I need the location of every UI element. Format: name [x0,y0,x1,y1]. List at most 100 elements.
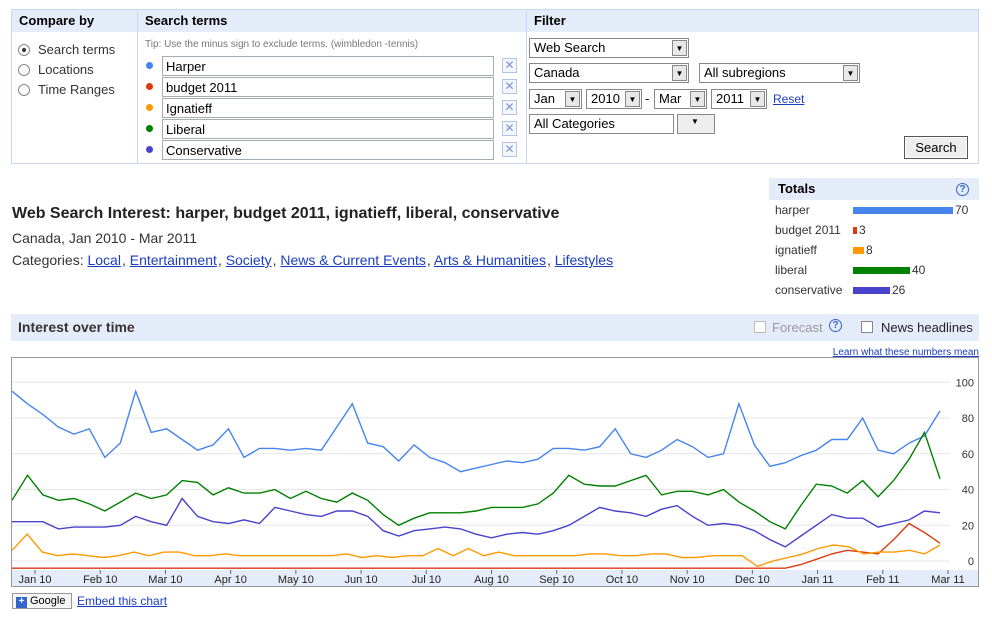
totals-value: 26 [892,283,906,297]
select-value: All subregions [704,65,786,80]
search-button[interactable]: Search [904,136,968,159]
category-link-news[interactable]: News & Current Events [280,252,426,268]
term-input-2[interactable] [162,77,494,97]
close-icon[interactable]: ✕ [502,79,517,94]
series-color-dot [146,83,153,90]
totals-title: Totals [778,181,816,196]
term-input-3[interactable] [162,98,494,118]
y-tick-label: 60 [962,449,974,461]
embed-chart-link[interactable]: Embed this chart [77,594,167,608]
series-color-dot [146,125,153,132]
x-tick-label: Nov 10 [670,574,705,586]
news-headlines-checkbox[interactable] [861,321,873,333]
category-link-entertainment[interactable]: Entertainment [130,252,217,268]
term-input-4[interactable] [162,119,494,139]
page-title: Web Search Interest: harper, budget 2011… [12,205,560,222]
select-value: Mar [659,91,682,106]
search-tip: Tip: Use the minus sign to exclude terms… [145,39,419,50]
country-select[interactable]: Canada ▼ [529,63,689,83]
close-icon[interactable]: ✕ [502,58,517,73]
chevron-down-icon[interactable]: ▼ [565,91,580,107]
totals-term: ignatieff [775,243,817,257]
series-color-dot [146,104,153,111]
chevron-down-icon[interactable]: ▼ [690,91,705,107]
x-tick-label: Aug 10 [474,574,509,586]
reset-link[interactable]: Reset [773,92,804,106]
radio-button[interactable] [18,43,30,56]
x-tick-label: May 10 [278,574,314,586]
category-link-local[interactable]: Local [87,252,120,268]
totals-value: 70 [955,203,969,217]
x-tick-label: Mar 10 [148,574,182,586]
from-year-select[interactable]: 2010 ▼ [586,89,642,109]
totals-header: Totals [769,178,979,200]
radio-label: Time Ranges [38,82,115,97]
category-link-society[interactable]: Society [226,252,272,268]
x-tick-label: Jan 11 [801,574,833,586]
close-icon[interactable]: ✕ [502,100,517,115]
totals-bar [853,267,910,274]
radio-label: Locations [38,62,94,77]
interest-chart: 0 20 40 60 80 100 Jan 10 Feb 10 Mar 10 Apr 10 May … [11,357,979,587]
interest-over-time-bar: Interest over time Forecast ? News headl… [11,314,979,341]
interest-over-time-title: Interest over time [18,319,135,335]
forecast-checkbox[interactable] [754,321,766,333]
category-link-arts[interactable]: Arts & Humanities [434,252,546,268]
select-value: All Categories [534,116,615,131]
totals-term: harper [775,203,810,217]
totals-value: 8 [866,243,873,257]
help-icon[interactable]: ? [829,319,842,332]
radio-search-terms[interactable]: Search terms [18,42,115,57]
close-icon[interactable]: ✕ [502,121,517,136]
y-tick-label: 0 [968,556,974,568]
chevron-down-icon[interactable]: ▼ [843,65,858,81]
totals-bar [853,287,890,294]
totals-term: liberal [775,263,808,277]
chevron-down-icon[interactable]: ▼ [625,91,640,107]
y-tick-label: 20 [962,520,974,532]
x-tick-label: Oct 10 [606,574,638,586]
chevron-down-icon[interactable]: ▼ [672,65,687,81]
radio-time-ranges[interactable]: Time Ranges [18,82,115,97]
plus-icon: + [16,597,27,608]
series-color-dot [146,62,153,69]
radio-button[interactable] [18,63,30,76]
term-row-4: ✕ [144,119,520,139]
totals-term: budget 2011 [775,223,841,237]
radio-button[interactable] [18,83,30,96]
search-terms-header: Search terms [138,10,526,32]
compare-by-header: Compare by [12,10,137,32]
select-value: Jan [534,91,555,106]
to-year-select[interactable]: 2011 ▼ [711,89,767,109]
category-dropdown-button[interactable]: ▼ [677,114,715,134]
term-row-1: ✕ [144,56,520,76]
chevron-down-icon[interactable]: ▼ [672,40,687,56]
totals-bar [853,207,953,214]
to-month-select[interactable]: Mar ▼ [654,89,707,109]
property-select[interactable]: Web Search ▼ [529,38,689,58]
term-input-5[interactable] [162,140,494,160]
x-tick-label: Sep 10 [539,574,574,586]
subregion-select[interactable]: All subregions ▼ [699,63,860,83]
select-value: 2010 [591,91,620,106]
query-panel: Compare by Search terms Locations Time R… [11,9,979,164]
category-link-lifestyles[interactable]: Lifestyles [555,252,613,268]
help-icon[interactable]: ? [956,183,969,196]
totals-term: conservative [775,283,843,297]
y-tick-label: 40 [962,485,974,497]
add-to-google-button[interactable]: + Google [12,593,72,609]
radio-locations[interactable]: Locations [18,62,94,77]
x-tick-label: Jun 10 [345,574,378,586]
categories-label: Categories: [12,252,84,268]
close-icon[interactable]: ✕ [502,142,517,157]
chevron-down-icon[interactable]: ▼ [750,91,765,107]
select-value: Web Search [534,40,606,55]
x-tick-label: Dec 10 [735,574,770,586]
forecast-label: Forecast [772,320,823,335]
y-tick-label: 80 [962,413,974,425]
term-input-1[interactable] [162,56,494,76]
term-row-3: ✕ [144,98,520,118]
from-month-select[interactable]: Jan ▼ [529,89,582,109]
filter-column: Filter Web Search ▼ Canada ▼ All subregi… [527,10,978,163]
category-select[interactable]: All Categories [529,114,674,134]
